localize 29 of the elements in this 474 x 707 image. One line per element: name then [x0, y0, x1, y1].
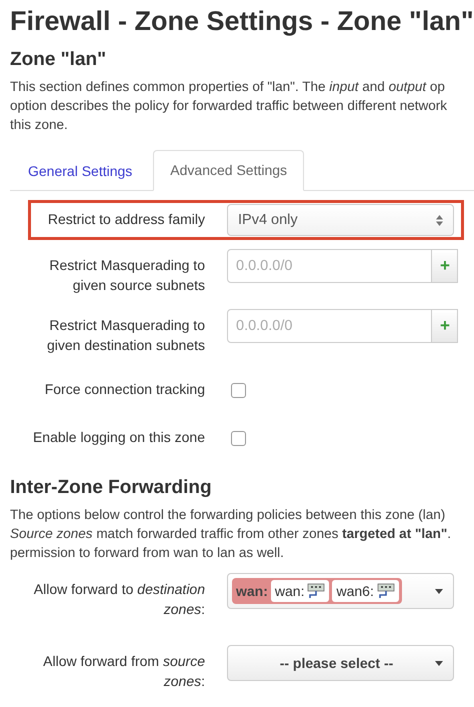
section-title: Zone "lan"	[10, 48, 108, 72]
page-title: Firewall - Zone Settings - Zone "lan"	[10, 5, 474, 38]
tab[interactable]: General Settings	[17, 150, 144, 191]
field-label: Restrict to address family	[46, 210, 205, 229]
network-name: wan6:	[336, 583, 374, 599]
caret-icon	[435, 588, 443, 594]
network-port-icon	[376, 583, 395, 599]
field-label: Allow forward from source zones:	[42, 652, 205, 691]
subnet-input[interactable]: 0.0.0.0/0	[227, 249, 432, 283]
subnet-input[interactable]: 0.0.0.0/0	[227, 309, 432, 343]
section-description: This section defines common properties of "lan". The input and output op option describes the policy for forwarded traffic between different network this zone.	[10, 78, 448, 134]
tab[interactable]: Advanced Settings	[153, 150, 304, 191]
network-port-icon	[307, 583, 326, 599]
field-label: Force connection tracking	[44, 380, 205, 399]
zone-dropdown[interactable]: -- please select --	[227, 645, 454, 681]
zone-multiselect[interactable]: wan: wan: wan6:	[227, 573, 454, 609]
field-label: Enable logging on this zone	[32, 428, 205, 447]
section-description: The options below control the forwarding policies between this zone (lan) Source zones match forwarded traffic from other zones targeted at "lan". permission to forward from wan to lan as well.	[10, 506, 452, 562]
checkbox[interactable]	[231, 430, 246, 446]
network-name: wan:	[274, 583, 304, 599]
address-family-select[interactable]: IPv4 only	[227, 204, 454, 236]
field-label: Allow forward to destination zones:	[32, 580, 205, 619]
updown-arrows-icon	[436, 214, 443, 226]
section-title: Inter-Zone Forwarding	[10, 476, 213, 500]
checkbox[interactable]	[231, 382, 246, 398]
caret-icon	[435, 660, 443, 666]
field-label: Restrict Masquerading to given destination subnets	[46, 316, 205, 355]
field-label: Restrict Masquerading to given source subnets	[48, 256, 205, 295]
zone-name: wan:	[236, 583, 268, 599]
